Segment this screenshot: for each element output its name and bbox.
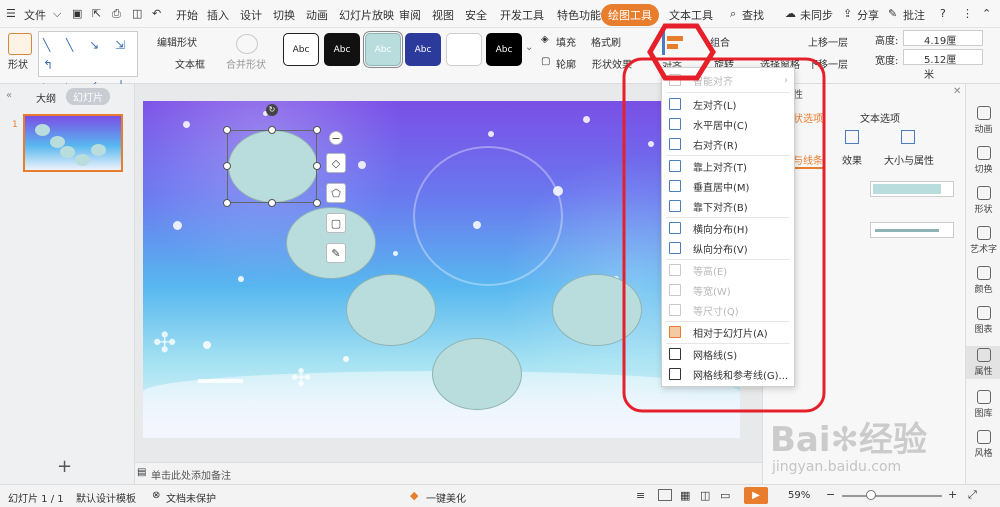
watermark-url: jingyan.baidu.com (772, 459, 902, 475)
zoom-out-icon[interactable]: − (826, 488, 835, 501)
protect-icon: ⊗ (152, 490, 161, 501)
menu-highlight-box (622, 57, 826, 413)
sorter-view-icon[interactable]: ▦ (680, 489, 690, 502)
paw-icon: ✻ (830, 420, 860, 460)
slide-count: 幻灯片 1 / 1 (8, 494, 64, 505)
sidebar-view-icon[interactable]: ▭ (720, 489, 730, 502)
doc-protect-status[interactable]: 文档未保护 (166, 490, 216, 505)
normal-view-icon[interactable] (658, 489, 672, 501)
play-slideshow-icon[interactable]: ▶ (744, 487, 768, 504)
fit-window-icon[interactable]: ⤢ (968, 488, 977, 502)
beautify-button[interactable]: 一键美化 (426, 490, 466, 505)
watermark-brand: Bai✻经验 (770, 420, 928, 460)
beautify-icon: ◆ (410, 489, 419, 502)
zoom-slider-thumb[interactable] (866, 490, 876, 500)
reading-view-icon[interactable]: ◫ (700, 489, 710, 502)
zoom-in-icon[interactable]: + (948, 488, 957, 501)
status-bar: 幻灯片 1 / 1 默认设计模板 ⊗ 文档未保护 ◆ 一键美化 ≡ ▦ ◫ ▭ … (0, 484, 1000, 507)
align-highlight-hexagon (647, 23, 716, 81)
notes-toggle-icon[interactable]: ≡ (636, 489, 645, 502)
zoom-slider[interactable] (842, 495, 942, 497)
zoom-level[interactable]: 59% (788, 490, 810, 501)
template-name[interactable]: 默认设计模板 (76, 490, 136, 505)
